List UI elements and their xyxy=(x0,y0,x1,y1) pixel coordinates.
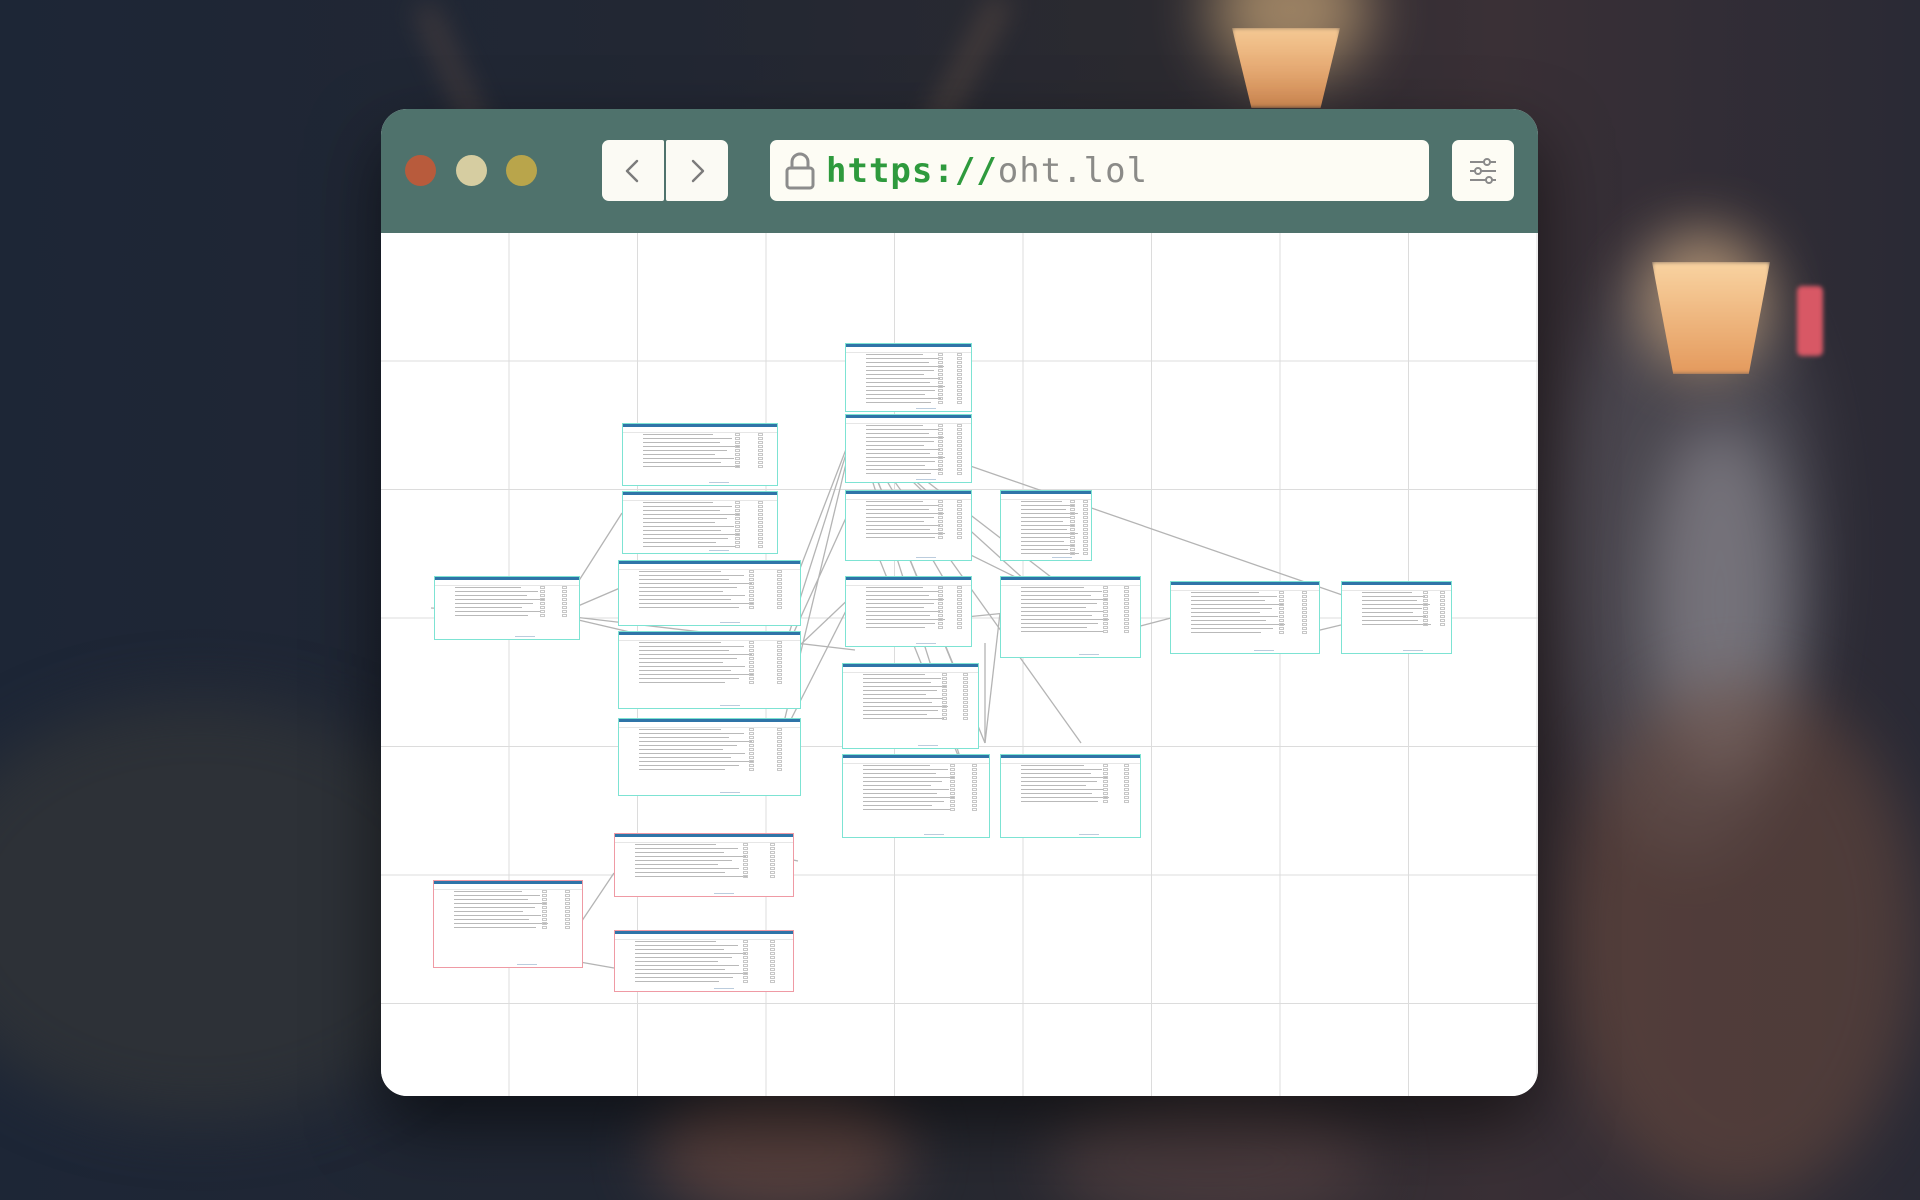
entity-table[interactable] xyxy=(433,880,583,968)
chevron-left-icon xyxy=(625,159,639,182)
entity-table-row xyxy=(625,606,794,610)
entity-table-row xyxy=(629,545,771,549)
entity-table-footer xyxy=(916,408,936,409)
entity-table-footer xyxy=(1079,654,1099,655)
entity-table-row xyxy=(852,536,965,540)
entity-table-row xyxy=(440,926,576,930)
entity-table-row xyxy=(849,717,972,721)
url-scheme: https:// xyxy=(826,150,998,191)
entity-table-footer xyxy=(918,745,938,746)
entity-table-row xyxy=(621,980,787,984)
entity-table-row xyxy=(1007,552,1088,556)
entity-table[interactable] xyxy=(618,560,801,626)
entity-table-footer xyxy=(720,792,740,793)
entity-table-footer xyxy=(515,636,535,637)
entity-table-footer xyxy=(1254,650,1274,651)
entity-table-row xyxy=(1007,800,1134,804)
entity-table[interactable] xyxy=(622,423,778,486)
back-button[interactable] xyxy=(602,140,664,201)
entity-table[interactable] xyxy=(845,576,972,647)
url-host: oht.lol xyxy=(997,150,1149,191)
entity-table-footer xyxy=(916,643,936,644)
entity-table[interactable] xyxy=(842,663,979,749)
entity-table[interactable] xyxy=(1000,576,1141,658)
entity-table[interactable] xyxy=(845,414,972,483)
entity-table-row xyxy=(852,401,965,405)
entity-table-footer xyxy=(709,482,729,483)
entity-table[interactable] xyxy=(1000,490,1092,561)
entity-table-row xyxy=(625,768,794,772)
entity-table[interactable] xyxy=(614,833,794,897)
entity-table-footer xyxy=(924,834,944,835)
entity-table[interactable] xyxy=(614,930,794,992)
forward-button[interactable] xyxy=(666,140,728,201)
entity-table-footer xyxy=(709,550,729,551)
entity-table-footer xyxy=(1079,834,1099,835)
entity-table[interactable] xyxy=(622,491,778,554)
diagram-canvas[interactable] xyxy=(381,233,1538,1096)
close-window-button[interactable] xyxy=(405,155,436,186)
entity-table-footer xyxy=(916,479,936,480)
entity-table-row xyxy=(852,472,965,476)
entity-table[interactable] xyxy=(1341,581,1452,654)
relationship-line xyxy=(984,612,1001,744)
entity-table-footer xyxy=(1052,557,1072,558)
entity-table-footer xyxy=(714,893,734,894)
entity-table-row xyxy=(1007,630,1134,634)
entity-table[interactable] xyxy=(618,631,801,709)
lock-icon xyxy=(785,152,815,189)
entity-table[interactable] xyxy=(618,718,801,796)
minimize-window-button[interactable] xyxy=(456,155,487,186)
entity-table-row xyxy=(1348,623,1445,627)
browser-window: https://oht.lol xyxy=(381,109,1538,1096)
entity-table-footer xyxy=(720,622,740,623)
browser-toolbar: https://oht.lol xyxy=(381,109,1538,233)
entity-table-footer xyxy=(714,988,734,989)
entity-table[interactable] xyxy=(845,343,972,412)
entity-table[interactable] xyxy=(845,490,972,561)
chevron-right-icon xyxy=(691,159,705,182)
entity-table-row xyxy=(849,808,983,812)
sliders-menu-icon xyxy=(1470,157,1496,184)
entity-table-row xyxy=(621,875,787,879)
entity-table[interactable] xyxy=(1170,581,1320,654)
entity-table-footer xyxy=(720,705,740,706)
entity-table[interactable] xyxy=(434,576,580,640)
entity-table[interactable] xyxy=(1000,754,1141,838)
entity-table-row xyxy=(852,626,965,630)
entity-table-footer xyxy=(1403,650,1423,651)
entity-table-row xyxy=(1177,631,1313,635)
entity-table-row xyxy=(625,681,794,685)
entity-table-footer xyxy=(517,964,537,965)
entity-table-row xyxy=(441,614,573,618)
address-bar[interactable]: https://oht.lol xyxy=(770,140,1429,201)
maximize-window-button[interactable] xyxy=(506,155,537,186)
menu-button[interactable] xyxy=(1452,140,1514,201)
entity-table-row xyxy=(629,465,771,469)
entity-table[interactable] xyxy=(842,754,990,838)
entity-table-footer xyxy=(916,557,936,558)
url-text: https://oht.lol xyxy=(826,151,1148,191)
